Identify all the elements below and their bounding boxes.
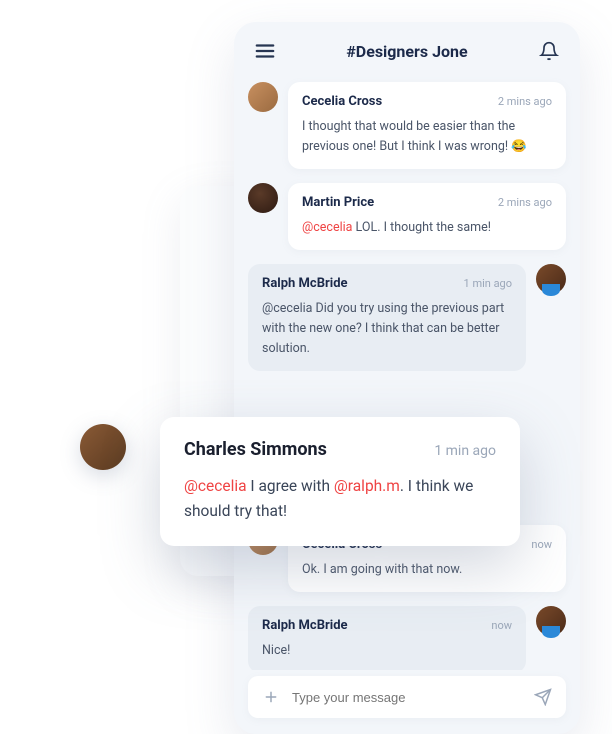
message-composer xyxy=(248,676,566,718)
message-author: Ralph McBride xyxy=(262,618,348,633)
bell-icon[interactable] xyxy=(538,40,560,62)
message-bubble: Ralph McBride now Nice! xyxy=(248,606,526,670)
message-time: now xyxy=(531,538,552,551)
message-text: Nice! xyxy=(262,641,512,661)
message-text-part: LOL. I thought the same! xyxy=(352,220,491,235)
popup-time: 1 min ago xyxy=(434,443,496,459)
avatar[interactable] xyxy=(248,183,278,213)
app-header: #Designers Jone xyxy=(234,22,580,76)
message-bubble: Martin Price 2 mins ago @cecelia LOL. I … xyxy=(288,183,566,250)
message-bubble: Cecelia Cross 2 mins ago I thought that … xyxy=(288,82,566,169)
message-popup: Charles Simmons 1 min ago @cecelia I agr… xyxy=(160,417,520,546)
message-author: Martin Price xyxy=(302,195,374,210)
message-list: Cecelia Cross 2 mins ago I thought that … xyxy=(234,76,580,670)
message-bubble: Ralph McBride 1 min ago @cecelia Did you… xyxy=(248,264,526,371)
message-time: 1 min ago xyxy=(464,277,512,290)
avatar[interactable] xyxy=(248,82,278,112)
popup-text: @cecelia I agree with @ralph.m. I think … xyxy=(184,474,496,524)
message-row: Ralph McBride 1 min ago @cecelia Did you… xyxy=(248,264,566,371)
popup-avatar[interactable] xyxy=(80,424,126,470)
message-text: @cecelia LOL. I thought the same! xyxy=(302,218,552,238)
menu-icon[interactable] xyxy=(254,40,276,62)
channel-title: #Designers Jone xyxy=(346,42,467,61)
avatar[interactable] xyxy=(536,606,566,636)
message-row: Ralph McBride now Nice! xyxy=(248,606,566,670)
message-row: Cecelia Cross 2 mins ago I thought that … xyxy=(248,82,566,169)
message-time: 2 mins ago xyxy=(498,196,552,209)
message-text: @cecelia Did you try using the previous … xyxy=(262,299,512,359)
message-author: Ralph McBride xyxy=(262,276,348,291)
plus-icon[interactable] xyxy=(262,688,280,706)
message-text: Ok. I am going with that now. xyxy=(302,560,552,580)
send-icon[interactable] xyxy=(534,688,552,706)
popup-text-part: I agree with xyxy=(247,477,334,495)
message-input[interactable] xyxy=(292,690,522,705)
mention[interactable]: @cecelia xyxy=(302,220,352,235)
mention[interactable]: @cecelia xyxy=(184,477,247,495)
avatar[interactable] xyxy=(536,264,566,294)
message-author: Cecelia Cross xyxy=(302,94,382,109)
chat-app-frame: #Designers Jone Cecelia Cross 2 mins ago… xyxy=(234,22,580,734)
message-row: Martin Price 2 mins ago @cecelia LOL. I … xyxy=(248,183,566,250)
message-text: I thought that would be easier than the … xyxy=(302,117,552,157)
popup-author: Charles Simmons xyxy=(184,439,327,460)
message-time: now xyxy=(491,619,512,632)
message-time: 2 mins ago xyxy=(498,95,552,108)
mention[interactable]: @ralph.m xyxy=(334,477,400,495)
